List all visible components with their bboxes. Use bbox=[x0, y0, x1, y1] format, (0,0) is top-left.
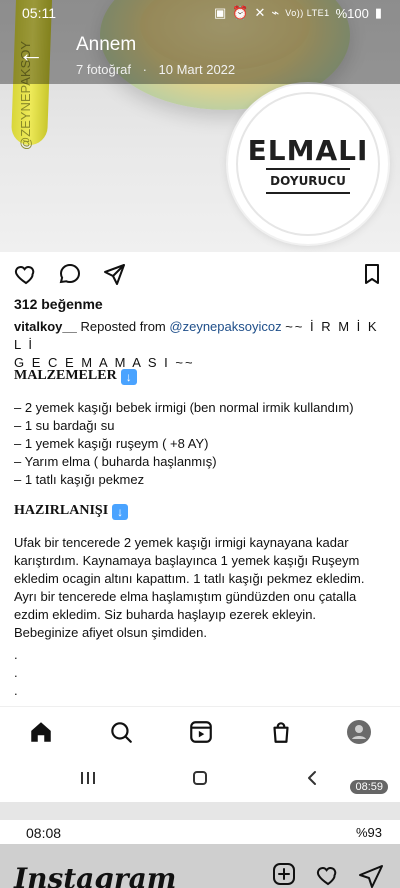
network-text: Vo)) LTE1 bbox=[285, 8, 330, 18]
secondary-status-time: 08:08 bbox=[26, 825, 62, 841]
caption-username[interactable]: vitalkoy__ bbox=[14, 319, 77, 334]
ingredients-title-text: MALZEMELER bbox=[14, 368, 117, 383]
info-icon: ↓ bbox=[120, 369, 137, 385]
album-title: Annem bbox=[76, 34, 137, 55]
prep-line: Ayrı bir tencerede elma haşlamıştım günd… bbox=[14, 589, 357, 604]
system-navigation-bar: 08:59 bbox=[0, 756, 400, 802]
dot-line: . bbox=[14, 647, 18, 662]
secondary-status-battery: %93 bbox=[355, 825, 382, 840]
secondary-actions bbox=[273, 863, 383, 888]
shop-icon[interactable] bbox=[268, 719, 294, 745]
recipe-body: MALZEMELER ↓ – 2 yemek kaşığı bebek irmig… bbox=[14, 368, 390, 700]
profile-avatar[interactable] bbox=[346, 719, 372, 745]
lower-strip: 08:08 %93 Instagram bbox=[0, 802, 400, 888]
photo-count: 7 fotoğraf bbox=[76, 62, 131, 77]
post-caption: vitalkoy__ Reposted from @zeynepaksoyico… bbox=[14, 318, 390, 372]
ingredient-line: – 1 yemek kaşığı ruşeym ( +8 AY) bbox=[14, 436, 209, 451]
preparation-title-text: HAZIRLANIŞI bbox=[14, 503, 109, 518]
album-meta: 7 fotoğraf · 10 Mart 2022 bbox=[76, 62, 235, 77]
ingredients-title: MALZEMELER ↓ bbox=[14, 368, 390, 385]
album-date: 10 Mart 2022 bbox=[158, 62, 236, 77]
prep-line: Ufak bir tencerede 2 yemek kaşığı irmigi… bbox=[14, 535, 349, 550]
photo-icon: ▣ bbox=[214, 5, 227, 20]
badge-subtitle: DOYURUCU bbox=[266, 168, 350, 194]
heart-icon[interactable] bbox=[14, 262, 38, 286]
prep-line: ekledim ocagin altını kapattım. 1 tatlı … bbox=[14, 571, 365, 586]
mute-icon: ✕ bbox=[254, 5, 266, 20]
preparation-title: HAZIRLANIŞI ↓ bbox=[14, 503, 390, 520]
reposted-from-text: Reposted from bbox=[80, 319, 166, 334]
album-header: ← Annem 7 fotoğraf · 10 Mart 2022 bbox=[0, 26, 400, 84]
ingredient-line: – 1 tatlı kaşığı pekmez bbox=[14, 472, 145, 487]
back-button-icon[interactable] bbox=[300, 766, 324, 790]
battery-text: %100 bbox=[335, 5, 369, 21]
meta-separator: · bbox=[142, 62, 147, 77]
instagram-logo: Instagram bbox=[14, 862, 177, 888]
ingredient-line: – 2 yemek kaşığı bebek irmigi (ben norma… bbox=[14, 400, 354, 415]
status-time: 05:11 bbox=[22, 5, 56, 21]
bookmark-icon[interactable] bbox=[360, 262, 384, 286]
share-icon[interactable] bbox=[102, 262, 126, 286]
preparation-text: Ufak bir tencerede 2 yemek kaşığı irmigi… bbox=[14, 534, 390, 700]
likes-count: 312 beğenme bbox=[14, 296, 103, 312]
battery-icon: ▮ bbox=[374, 5, 382, 20]
home-icon[interactable] bbox=[28, 719, 54, 745]
secondary-status-bar: 08:08 %93 bbox=[0, 820, 400, 844]
recipe-badge: ELMALI DOYURUCU bbox=[228, 84, 388, 244]
ingredient-line: – 1 su bardağı su bbox=[14, 418, 115, 433]
search-icon[interactable] bbox=[108, 719, 134, 745]
activity-heart-icon[interactable] bbox=[316, 867, 337, 886]
direct-message-icon[interactable] bbox=[359, 865, 383, 888]
badge-title: ELMALI bbox=[247, 134, 369, 167]
back-arrow-icon[interactable]: ← bbox=[18, 40, 44, 66]
alarm-icon: ⏰ bbox=[232, 5, 249, 20]
wifi-icon: ⌁ bbox=[271, 5, 280, 20]
dot-line: . bbox=[14, 665, 18, 680]
dot-line: . bbox=[14, 683, 18, 698]
add-icon[interactable] bbox=[273, 863, 295, 885]
prep-line: Bebeginize afiyet olsun şimdiden. bbox=[14, 625, 207, 640]
ingredients-list: – 2 yemek kaşığı bebek irmigi (ben norma… bbox=[14, 399, 390, 489]
post-actions bbox=[0, 252, 400, 296]
prep-line: ezdim ekledim. Siz buharda haşlayıp ezer… bbox=[14, 607, 317, 622]
prep-line: karıştırdım. Kaynamaya başlayınca 1 yeme… bbox=[14, 553, 360, 568]
ingredient-line: – Yarım elma ( buharda haşlanmış) bbox=[14, 454, 217, 469]
caption-mention-link[interactable]: @zeynepaksoyicoz bbox=[169, 319, 281, 334]
status-icons: ▣ ⏰ ✕ ⌁ Vo)) LTE1 %100 ▮ bbox=[214, 5, 382, 21]
status-bar: 05:11 ▣ ⏰ ✕ ⌁ Vo)) LTE1 %100 ▮ bbox=[0, 0, 400, 26]
reels-icon[interactable] bbox=[188, 719, 214, 745]
home-button-icon[interactable] bbox=[188, 766, 212, 790]
timer-badge: 08:59 bbox=[350, 780, 388, 794]
info-icon: ↓ bbox=[112, 504, 129, 520]
recent-apps-icon[interactable] bbox=[76, 766, 100, 790]
comment-icon[interactable] bbox=[58, 262, 82, 286]
app-tab-bar bbox=[0, 706, 400, 756]
